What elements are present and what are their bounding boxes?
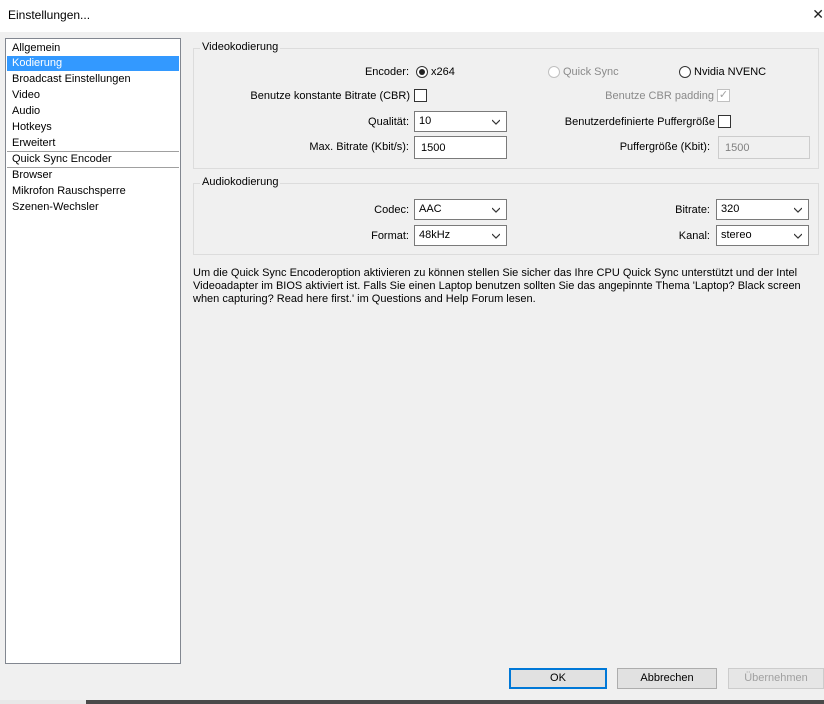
bitrate-label: Bitrate: — [675, 204, 710, 216]
codec-value: AAC — [419, 203, 442, 215]
codec-dropdown[interactable]: AAC — [414, 199, 507, 220]
encoder-x264-radio[interactable] — [416, 66, 428, 78]
channel-dropdown[interactable]: stereo — [716, 225, 809, 246]
chevron-down-icon — [492, 207, 500, 213]
format-dropdown[interactable]: 48kHz — [414, 225, 507, 246]
nav-item-quick-sync-encoder[interactable]: Quick Sync Encoder — [7, 152, 179, 167]
channel-value: stereo — [721, 229, 752, 241]
apply-button: Übernehmen — [728, 668, 824, 689]
encoder-quick-sync-label: Quick Sync — [563, 66, 619, 78]
buffer-size-label: Puffergröße (Kbit): — [619, 141, 710, 153]
nav-item-video[interactable]: Video — [7, 88, 179, 103]
window-title: Einstellungen... — [8, 8, 91, 22]
codec-label: Codec: — [374, 204, 409, 216]
quality-value: 10 — [419, 115, 432, 127]
quick-sync-info-text: Um die Quick Sync Encoderoption aktivier… — [193, 267, 801, 305]
encoder-x264-label[interactable]: x264 — [431, 65, 455, 79]
nav-item-allgemein[interactable]: Allgemein — [7, 41, 179, 56]
chevron-down-icon — [492, 119, 500, 125]
nav-item-erweitert[interactable]: Erweitert — [7, 136, 179, 151]
cbr-padding-label: Benutze CBR padding — [605, 90, 714, 102]
nav-item-szenen-wechsler[interactable]: Szenen-Wechsler — [7, 200, 179, 215]
settings-nav-list[interactable]: Allgemein Kodierung Broadcast Einstellun… — [5, 38, 181, 664]
format-value: 48kHz — [419, 229, 451, 241]
chevron-down-icon — [794, 207, 802, 213]
nav-item-browser[interactable]: Browser — [7, 168, 179, 183]
title-bar: Einstellungen... ✕ — [0, 0, 824, 32]
nav-item-audio[interactable]: Audio — [7, 104, 179, 119]
nav-item-hotkeys[interactable]: Hotkeys — [7, 120, 179, 135]
bitrate-dropdown[interactable]: 320 — [716, 199, 809, 220]
encoder-label: Encoder: — [364, 66, 409, 78]
bitrate-value: 320 — [721, 203, 740, 215]
taskbar-edge — [0, 700, 824, 704]
quality-dropdown[interactable]: 10 — [414, 111, 507, 132]
custom-buffer-checkbox[interactable] — [718, 115, 731, 128]
cancel-button[interactable]: Abbrechen — [617, 668, 717, 689]
channel-label: Kanal: — [678, 230, 710, 242]
cbr-checkbox[interactable] — [414, 89, 427, 102]
format-label: Format: — [371, 230, 409, 242]
nav-item-mikrofon-rauschsperre[interactable]: Mikrofon Rauschsperre — [7, 184, 179, 199]
chevron-down-icon — [794, 233, 802, 239]
buffer-size-input — [718, 136, 810, 159]
cbr-padding-checkbox: ✓ — [717, 89, 730, 102]
encoder-nvenc-radio[interactable] — [679, 66, 691, 78]
cbr-label: Benutze konstante Bitrate (CBR) — [250, 90, 410, 102]
encoder-quick-sync-radio — [548, 66, 560, 78]
audio-group-title: Audiokodierung — [200, 176, 281, 188]
custom-buffer-label: Benutzerdefinierte Puffergröße — [564, 116, 715, 128]
max-bitrate-label: Max. Bitrate (Kbit/s): — [309, 141, 409, 153]
chevron-down-icon — [492, 233, 500, 239]
quality-label: Qualität: — [368, 116, 409, 128]
max-bitrate-input[interactable] — [414, 136, 507, 159]
video-group-title: Videokodierung — [200, 41, 281, 53]
nav-item-broadcast[interactable]: Broadcast Einstellungen — [7, 72, 179, 87]
encoder-nvenc-label[interactable]: Nvidia NVENC — [694, 65, 766, 79]
close-icon[interactable]: ✕ — [812, 6, 824, 23]
ok-button[interactable]: OK — [509, 668, 607, 689]
nav-item-kodierung[interactable]: Kodierung — [7, 56, 179, 71]
